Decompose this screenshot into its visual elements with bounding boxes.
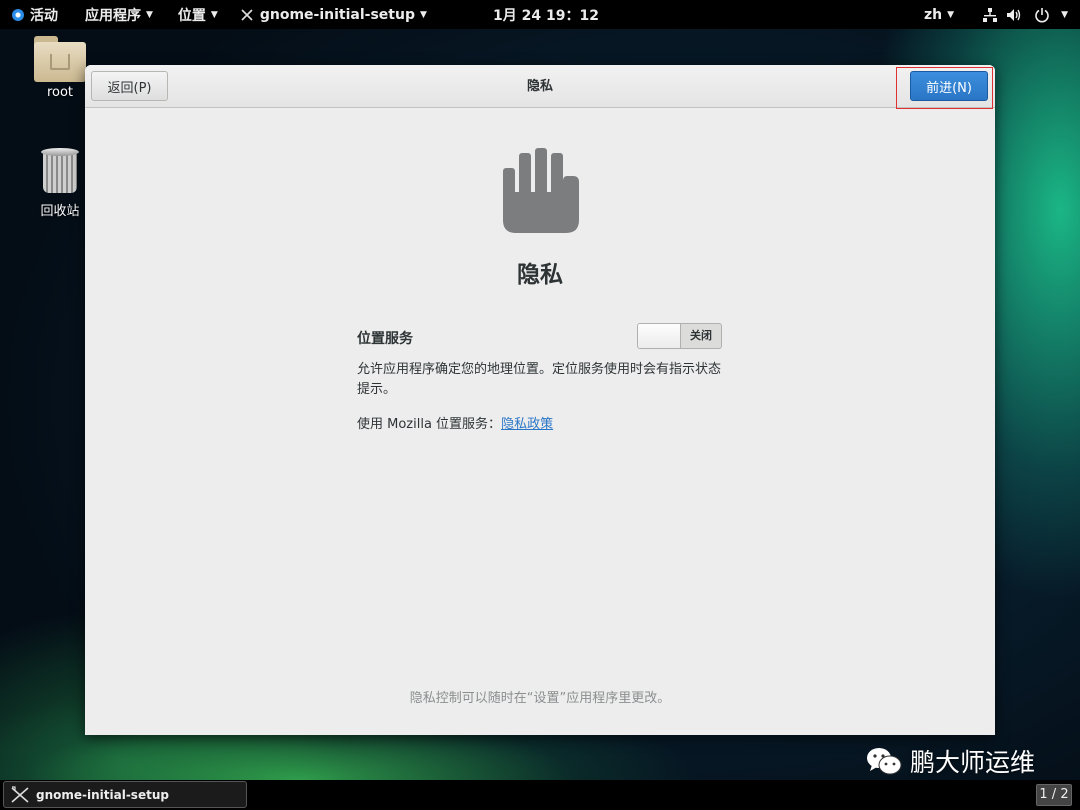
network-icon — [983, 7, 998, 22]
header-bar: 隐私 返回(P) 前进(N) — [85, 65, 995, 109]
desktop-icon-root[interactable]: root — [28, 36, 92, 100]
chevron-down-icon: ▼ — [210, 9, 218, 20]
tools-icon — [241, 8, 253, 21]
activities-icon — [12, 8, 24, 21]
activities-label: 活动 — [30, 7, 58, 24]
page-heading: 隐私 — [517, 262, 563, 288]
bottom-taskbar: gnome-initial-setup 1 / 2 — [0, 780, 1080, 810]
watermark: 鹏大师运维 — [866, 743, 1035, 779]
taskbar-window-label: gnome-initial-setup — [36, 787, 169, 802]
mozilla-location-line: 使用 Mozilla 位置服务：隐私政策 — [357, 413, 553, 432]
places-label: 位置 — [177, 7, 206, 24]
dialog-title: 隐私 — [526, 79, 553, 94]
chevron-down-icon: ▼ — [947, 9, 955, 20]
system-menu[interactable]: ▼ — [982, 0, 1068, 29]
location-services-switch[interactable]: 关闭 — [637, 323, 722, 349]
footer-note: 隐私控制可以随时在“设置”应用程序里更改。 — [409, 691, 671, 706]
clock-label: 1月 24 19：12 — [493, 7, 599, 24]
input-method-menu[interactable]: zh ▼ — [924, 0, 954, 29]
wechat-icon — [867, 748, 902, 775]
desktop-icon-trash[interactable]: 回收站 — [28, 148, 92, 219]
switch-knob — [638, 324, 681, 348]
chevron-down-icon: ▼ — [146, 9, 153, 20]
home-folder-icon — [34, 36, 86, 82]
taskbar-window-item[interactable]: gnome-initial-setup — [3, 781, 247, 808]
applications-label: 应用程序 — [85, 7, 141, 24]
desktop-icon-label: root — [46, 85, 74, 100]
back-button[interactable]: 返回(P) — [91, 71, 168, 101]
app-menu-label: gnome-initial-setup — [259, 6, 415, 23]
location-services-label: 位置服务 — [357, 331, 413, 347]
power-icon — [1035, 7, 1049, 22]
input-method-label: zh — [924, 6, 943, 23]
tools-icon — [11, 785, 29, 803]
privacy-policy-link[interactable]: 隐私政策 — [501, 417, 553, 432]
workspace-indicator[interactable]: 1 / 2 — [1036, 784, 1072, 806]
places-menu[interactable]: 位置 ▼ — [178, 0, 218, 29]
volume-icon — [1007, 8, 1021, 21]
applications-menu[interactable]: 应用程序 ▼ — [85, 0, 153, 29]
chevron-down-icon: ▼ — [419, 9, 427, 20]
switch-state-label: 关闭 — [690, 329, 712, 342]
watermark-text: 鹏大师运维 — [910, 748, 1036, 777]
top-bar: 活动 应用程序 ▼ 位置 ▼ gnome-initial-setup ▼ 1月 … — [0, 0, 1080, 29]
clock[interactable]: 1月 24 19：12 — [493, 0, 599, 29]
privacy-hand-icon — [503, 148, 579, 233]
app-menu[interactable]: gnome-initial-setup ▼ — [240, 0, 427, 29]
next-button[interactable]: 前进(N) — [910, 71, 988, 101]
location-services-description: 允许应用程序确定您的地理位置。定位服务使用时会有指示状态提示。 — [357, 362, 722, 397]
chevron-down-icon: ▼ — [1061, 9, 1068, 20]
activities-button[interactable]: 活动 — [12, 0, 58, 29]
desktop-icon-label: 回收站 — [40, 204, 80, 219]
mozilla-prefix: 使用 Mozilla 位置服务： — [357, 417, 502, 432]
setup-dialog: 隐私 返回(P) 前进(N) 隐私 位置服务 关闭 允许应用程序确定您的地理位置… — [85, 65, 995, 735]
trash-icon — [41, 148, 79, 194]
